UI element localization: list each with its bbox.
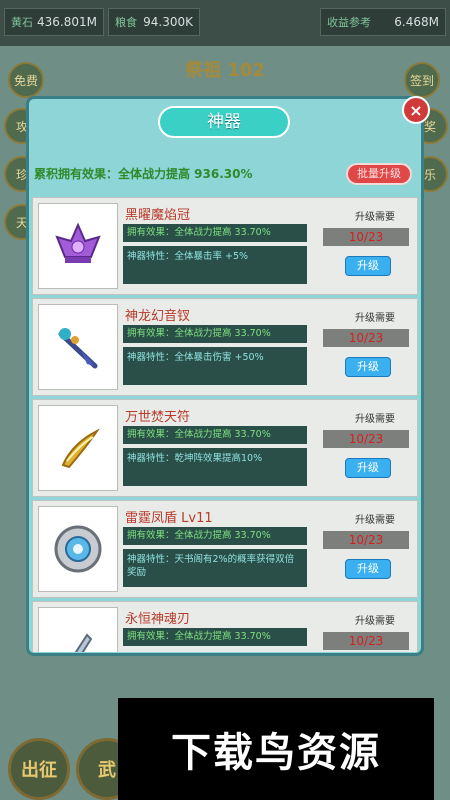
upgrade-requirement-label: 升级需要 bbox=[355, 313, 395, 324]
artifact-owned-effect: 拥有效果：全体战力提高 33.70% bbox=[123, 426, 307, 444]
artifact-list[interactable]: 黑曜魔焰冠 拥有效果：全体战力提高 33.70% 神器特性：全体暴击率 +5% … bbox=[32, 192, 418, 652]
soul-blade-icon bbox=[74, 633, 93, 652]
artifact-feature: 神器特性：天书阁有2%的概率获得双倍奖励 bbox=[123, 549, 307, 587]
artifact-feature: 神器特性：全体暴击率 +5% bbox=[123, 246, 307, 284]
artifact-thumbnail bbox=[38, 203, 118, 289]
side-button-free[interactable]: 免费 bbox=[8, 62, 44, 98]
artifact-card: 万世焚天符 拥有效果：全体战力提高 33.70% 神器特性：乾坤阵效果提高10%… bbox=[32, 399, 418, 497]
resource-food-label: 粮食 bbox=[115, 16, 137, 29]
bottom-button-expedition[interactable]: 出征 bbox=[8, 738, 70, 800]
resource-food-value: 94.300K bbox=[143, 15, 193, 29]
dragon-hairpin-icon bbox=[58, 328, 98, 369]
upgrade-button[interactable]: 升级 bbox=[345, 256, 391, 276]
watermark-banner: 下载鸟资源 bbox=[118, 698, 434, 800]
side-button-checkin[interactable]: 签到 bbox=[404, 62, 440, 98]
upgrade-progress: 10/23 bbox=[323, 632, 409, 650]
artifact-name: 黑曜魔焰冠 bbox=[125, 208, 191, 223]
phoenix-shield-icon bbox=[54, 525, 102, 573]
artifact-card: 神龙幻音钗 拥有效果：全体战力提高 33.70% 神器特性：全体暴击伤害 +50… bbox=[32, 298, 418, 396]
upgrade-button[interactable]: 升级 bbox=[345, 458, 391, 478]
upgrade-requirement-label: 升级需要 bbox=[355, 414, 395, 425]
artifact-owned-effect: 拥有效果：全体战力提高 33.70% bbox=[123, 628, 307, 646]
artifact-name: 雷霆凤盾 Lv11 bbox=[125, 511, 213, 526]
upgrade-progress: 10/23 bbox=[323, 329, 409, 347]
upgrade-button[interactable]: 升级 bbox=[345, 357, 391, 377]
upgrade-progress: 10/23 bbox=[323, 228, 409, 246]
golden-talisman-icon bbox=[61, 428, 100, 469]
artifact-thumbnail bbox=[38, 506, 118, 592]
resource-food: 粮食 94.300K bbox=[108, 8, 200, 36]
resource-income: 收益参考 6.468M bbox=[320, 8, 446, 36]
purple-crown-icon bbox=[55, 222, 101, 263]
artifact-owned-effect: 拥有效果：全体战力提高 33.70% bbox=[123, 224, 307, 242]
collection-effect: 累积拥有效果：全体战力提高 936.30% bbox=[34, 167, 253, 181]
artifact-owned-effect: 拥有效果：全体战力提高 33.70% bbox=[123, 325, 307, 343]
artifact-card: 雷霆凤盾 Lv11 拥有效果：全体战力提高 33.70% 神器特性：天书阁有2%… bbox=[32, 500, 418, 598]
artifact-card: 黑曜魔焰冠 拥有效果：全体战力提高 33.70% 神器特性：全体暴击率 +5% … bbox=[32, 197, 418, 295]
artifact-thumbnail bbox=[38, 304, 118, 390]
upgrade-progress: 10/23 bbox=[323, 531, 409, 549]
upgrade-requirement-label: 升级需要 bbox=[355, 515, 395, 526]
artifact-name: 神龙幻音钗 bbox=[125, 309, 191, 324]
artifact-thumbnail bbox=[38, 607, 118, 652]
artifact-thumbnail bbox=[38, 405, 118, 491]
artifact-feature: 神器特性：全体暴击伤害 +50% bbox=[123, 347, 307, 385]
resource-gold: 黄石 436.801M bbox=[4, 8, 104, 36]
upgrade-button[interactable]: 升级 bbox=[345, 559, 391, 579]
artifact-card: 永恒神魂刃 拥有效果：全体战力提高 33.70% 升级需要 10/23 bbox=[32, 601, 418, 652]
artifact-name: 万世焚天符 bbox=[125, 410, 191, 425]
top-resource-bar: 黄石 436.801M 粮食 94.300K 收益参考 6.468M bbox=[0, 0, 450, 46]
close-button[interactable]: × bbox=[402, 96, 430, 124]
resource-income-value: 6.468M bbox=[394, 15, 439, 29]
resource-gold-value: 436.801M bbox=[37, 15, 97, 29]
artifact-name: 永恒神魂刃 bbox=[125, 612, 191, 627]
bulk-upgrade-button[interactable]: 批量升级 bbox=[346, 163, 412, 185]
upgrade-progress: 10/23 bbox=[323, 430, 409, 448]
resource-income-label: 收益参考 bbox=[327, 16, 371, 29]
upgrade-requirement-label: 升级需要 bbox=[355, 212, 395, 223]
artifact-feature: 神器特性：乾坤阵效果提高10% bbox=[123, 448, 307, 486]
level-title: 祭祖 102 bbox=[185, 60, 265, 81]
artifact-owned-effect: 拥有效果：全体战力提高 33.70% bbox=[123, 527, 307, 545]
resource-gold-label: 黄石 bbox=[11, 16, 33, 29]
upgrade-requirement-label: 升级需要 bbox=[355, 616, 395, 627]
modal-title: 神器 bbox=[158, 106, 290, 138]
